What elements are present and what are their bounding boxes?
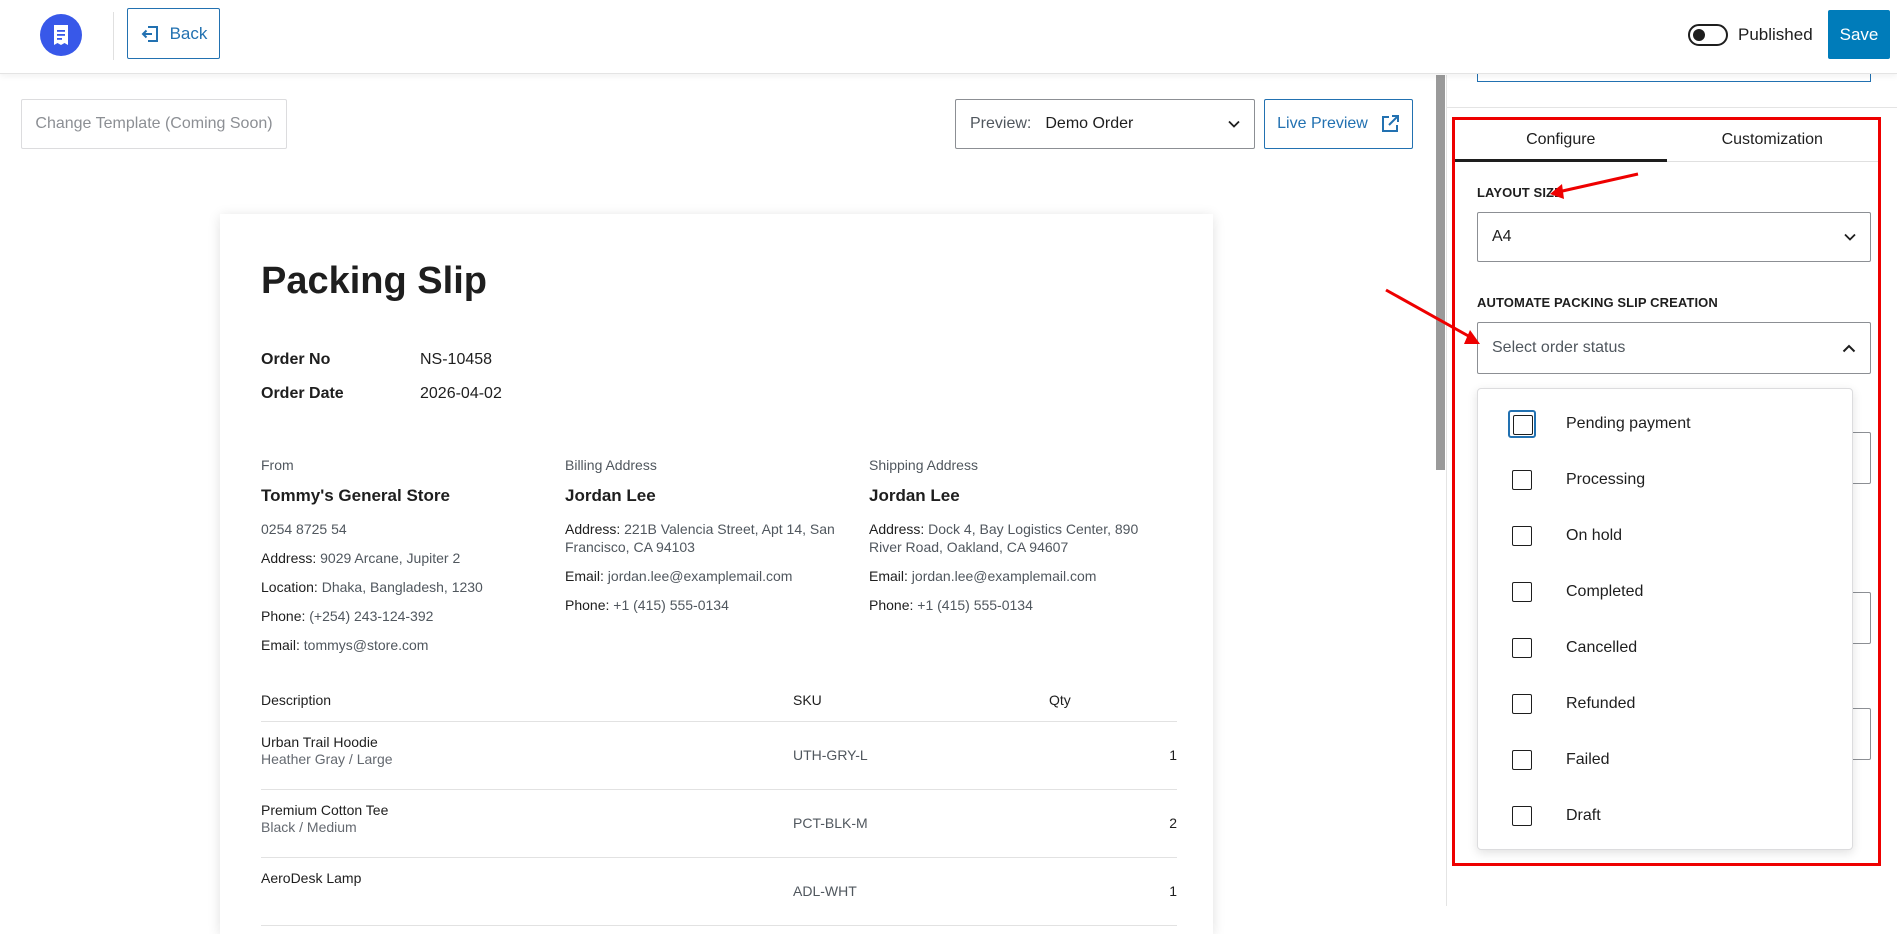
published-toggle[interactable]: [1688, 24, 1728, 46]
from-address-block: From Tommy's General Store 0254 8725 54 …: [261, 457, 551, 665]
item-sku: PCT-BLK-M: [793, 815, 868, 831]
billing-address-label: Address:: [565, 521, 621, 537]
document-icon: [54, 25, 68, 45]
shipping-heading: Shipping Address: [869, 457, 978, 473]
table-row: AeroDesk Lamp ADL-WHT 1: [261, 858, 1177, 926]
billing-email-value: jordan.lee@examplemail.com: [607, 568, 793, 584]
document-title: Packing Slip: [261, 260, 487, 302]
item-name: AeroDesk Lamp: [261, 870, 362, 886]
billing-phone-line: Phone: +1 (415) 555-0134: [565, 596, 855, 614]
shipping-email-line: Email: jordan.lee@examplemail.com: [869, 567, 1159, 585]
order-date-label: Order Date: [261, 385, 344, 402]
shipping-phone-label: Phone:: [869, 597, 914, 613]
item-sku: UTH-GRY-L: [793, 747, 868, 763]
from-location-line: Location: Dhaka, Bangladesh, 1230: [261, 578, 551, 596]
header-qty: Qty: [1049, 692, 1071, 708]
app-logo[interactable]: [40, 14, 82, 56]
header-description: Description: [261, 692, 332, 708]
shipping-address-label: Address:: [869, 521, 925, 537]
order-number-value: NS-10458: [420, 351, 493, 368]
packing-slip-preview: Packing Slip Order No NS-10458 Order Dat…: [220, 214, 1213, 934]
order-date-row: Order Date 2026-04-02: [261, 385, 502, 403]
published-label: Published: [1738, 25, 1813, 44]
billing-phone-value: +1 (415) 555-0134: [613, 597, 729, 613]
editor-scrollbar[interactable]: [1436, 75, 1445, 470]
back-button-label: Back: [169, 23, 208, 43]
back-arrow-icon: [141, 25, 158, 42]
external-link-icon: [1381, 115, 1399, 132]
from-phone-line: 0254 8725 54: [261, 520, 551, 538]
toggle-knob: [1693, 29, 1705, 41]
item-qty: 1: [1169, 747, 1177, 763]
item-qty: 2: [1169, 815, 1177, 831]
annotation-highlight-box: [1452, 117, 1881, 866]
billing-address-line: Address: 221B Valencia Street, Apt 14, S…: [565, 520, 855, 556]
from-name: Tommy's General Store: [261, 486, 450, 505]
shipping-email-value: jordan.lee@examplemail.com: [911, 568, 1097, 584]
order-date-value: 2026-04-02: [420, 385, 502, 402]
from-address-line: Address: 9029 Arcane, Jupiter 2: [261, 549, 551, 567]
from-heading: From: [261, 457, 294, 473]
from-phone-line-text: 0254 8725 54: [261, 521, 347, 537]
sidebar-divider: [1447, 107, 1897, 108]
billing-email-label: Email:: [565, 568, 604, 584]
billing-name: Jordan Lee: [565, 486, 656, 505]
order-number-row: Order No NS-10458: [261, 351, 492, 369]
from-phone-value: (+254) 243-124-392: [309, 608, 434, 624]
item-variant: Heather Gray / Large: [261, 751, 393, 767]
chevron-down-icon: [1228, 120, 1240, 128]
top-bar: Back Published Save: [0, 0, 1897, 74]
shipping-phone-value: +1 (415) 555-0134: [917, 597, 1033, 613]
preview-order-select[interactable]: Preview: Demo Order: [955, 99, 1255, 149]
shipping-address-line: Address: Dock 4, Bay Logistics Center, 8…: [869, 520, 1159, 556]
shipping-name: Jordan Lee: [869, 486, 960, 505]
order-number-label: Order No: [261, 351, 331, 368]
from-email-value: tommys@store.com: [303, 637, 429, 653]
header-divider: [113, 12, 114, 60]
item-variant: Black / Medium: [261, 819, 357, 835]
items-table-header: Description SKU Qty: [261, 692, 1177, 722]
from-phone-label: Phone:: [261, 608, 306, 624]
from-phone-row: Phone: (+254) 243-124-392: [261, 607, 551, 625]
shipping-phone-line: Phone: +1 (415) 555-0134: [869, 596, 1159, 614]
save-button[interactable]: Save: [1828, 10, 1890, 59]
billing-phone-label: Phone:: [565, 597, 610, 613]
live-preview-button[interactable]: Live Preview: [1264, 99, 1413, 149]
billing-heading: Billing Address: [565, 457, 657, 473]
from-email-line: Email: tommys@store.com: [261, 636, 551, 654]
item-sku: ADL-WHT: [793, 883, 857, 899]
editor-canvas: Change Template (Coming Soon) Preview: D…: [0, 75, 1436, 934]
item-name: Urban Trail Hoodie: [261, 734, 378, 750]
table-row: Premium Cotton Tee Black / Medium PCT-BL…: [261, 790, 1177, 858]
from-address-value: 9029 Arcane, Jupiter 2: [320, 550, 461, 566]
from-location-label: Location:: [261, 579, 318, 595]
shipping-address-block: Shipping Address Jordan Lee Address: Doc…: [869, 457, 1159, 625]
back-button[interactable]: Back: [127, 8, 220, 59]
live-preview-label: Live Preview: [1277, 115, 1368, 132]
change-template-button[interactable]: Change Template (Coming Soon): [21, 99, 287, 149]
table-row: Urban Trail Hoodie Heather Gray / Large …: [261, 722, 1177, 790]
shipping-email-label: Email:: [869, 568, 908, 584]
settings-sidebar: Configure Customization LAYOUT SIZE A4 A…: [1446, 65, 1897, 906]
item-name: Premium Cotton Tee: [261, 802, 389, 818]
billing-email-line: Email: jordan.lee@examplemail.com: [565, 567, 855, 585]
from-location-value: Dhaka, Bangladesh, 1230: [321, 579, 483, 595]
from-address-label: Address:: [261, 550, 317, 566]
header-sku: SKU: [793, 692, 822, 708]
from-email-label: Email:: [261, 637, 300, 653]
preview-label: Preview:: [970, 115, 1032, 132]
billing-address-block: Billing Address Jordan Lee Address: 221B…: [565, 457, 855, 625]
preview-value: Demo Order: [1045, 115, 1134, 132]
item-qty: 1: [1169, 883, 1177, 899]
